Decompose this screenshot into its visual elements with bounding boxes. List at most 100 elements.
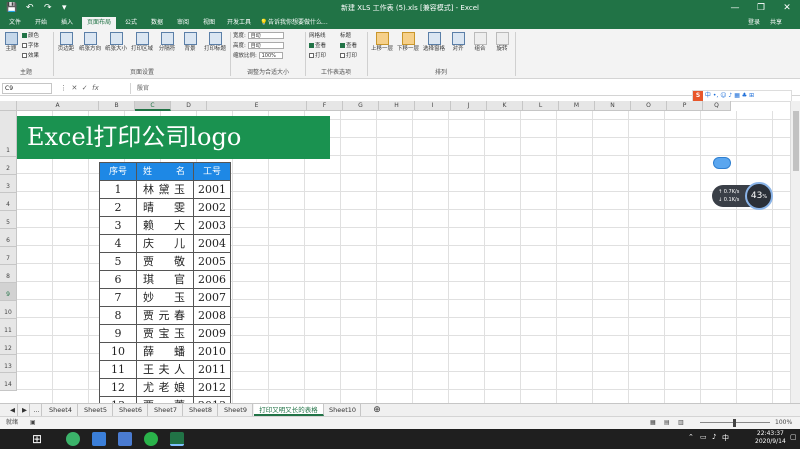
customize-quick-access-icon[interactable]: ▾ (62, 2, 67, 14)
sheet-tab-active[interactable]: 打印又明又长的表格 (254, 404, 324, 416)
cell-id[interactable]: 2006 (193, 270, 231, 289)
network-icon[interactable]: ▭ (700, 433, 707, 441)
cell-number[interactable]: 8 (99, 306, 137, 325)
rotate-button[interactable]: 旋转 (492, 32, 512, 53)
app-icon[interactable] (92, 432, 106, 446)
breaks-button[interactable]: 分隔符 (156, 32, 178, 53)
row-header-14[interactable]: 14 (0, 373, 17, 391)
height-dropdown[interactable]: 自动 (247, 42, 284, 49)
wechat-icon[interactable] (144, 432, 158, 446)
emoji-icon[interactable]: ☺ (720, 92, 726, 99)
minimize-button[interactable]: — (723, 1, 747, 15)
cell-id[interactable]: 2009 (193, 324, 231, 343)
gridlines-print-checkbox[interactable]: 打印 (309, 52, 326, 60)
cell-number[interactable]: 3 (99, 216, 137, 235)
row-header-7[interactable]: 7 (0, 247, 17, 265)
floating-ball-icon[interactable] (713, 157, 731, 169)
close-button[interactable]: ✕ (775, 1, 799, 15)
tray-chevron-icon[interactable]: ⌃ (688, 433, 694, 441)
cell-name[interactable]: 薛 蟠 (136, 342, 194, 361)
align-button[interactable]: 对齐 (448, 32, 468, 53)
formula-input[interactable]: 殷官 (130, 83, 790, 94)
tab-developer[interactable]: 开发工具 (224, 17, 254, 29)
zoom-slider-thumb[interactable] (733, 419, 736, 427)
page-layout-view-icon[interactable]: ▤ (664, 417, 670, 429)
restore-button[interactable]: ❐ (749, 1, 773, 15)
row-header-8[interactable]: 8 (0, 265, 17, 283)
column-header-m[interactable]: M (559, 101, 595, 111)
column-header-l[interactable]: L (523, 101, 559, 111)
row-header-10[interactable]: 10 (0, 301, 17, 319)
print-area-button[interactable]: 打印区域 (130, 32, 154, 53)
scrollbar-thumb[interactable] (793, 111, 799, 171)
height-control[interactable]: 高度: 自动 (233, 42, 284, 50)
notification-icon[interactable]: ▢ (790, 433, 797, 441)
header-cell-name[interactable]: 姓 名 (136, 162, 194, 181)
scale-stepper[interactable]: 100% (258, 52, 283, 59)
select-all-corner[interactable] (0, 101, 17, 111)
header-cell-number[interactable]: 序号 (99, 162, 137, 181)
size-button[interactable]: 纸张大小 (104, 32, 128, 53)
tab-review[interactable]: 审阅 (172, 17, 194, 29)
add-sheet-icon[interactable]: ⊕ (370, 404, 384, 416)
cancel-icon[interactable]: ✕ (71, 84, 77, 92)
row-header-12[interactable]: 12 (0, 337, 17, 355)
tab-data[interactable]: 数据 (146, 17, 168, 29)
cell-name[interactable]: 庆 儿 (136, 234, 194, 253)
tab-page-layout[interactable]: 页面布局 (82, 17, 116, 29)
cell-number[interactable]: 10 (99, 342, 137, 361)
column-header-n[interactable]: N (595, 101, 631, 111)
cell-name[interactable]: 贾宝玉 (136, 324, 194, 343)
colors-button[interactable]: 颜色 (22, 32, 39, 40)
browser-app-icon[interactable] (66, 432, 80, 446)
vertical-scrollbar[interactable] (790, 101, 800, 403)
column-header-g[interactable]: G (343, 101, 379, 111)
row-header-1[interactable]: 1 (0, 111, 17, 157)
row-header-3[interactable]: 3 (0, 175, 17, 193)
cell-name[interactable]: 尤老娘 (136, 378, 194, 397)
orientation-button[interactable]: 纸张方向 (78, 32, 102, 53)
column-header-b[interactable]: B (99, 101, 135, 111)
cell-name[interactable]: 贾 敬 (136, 252, 194, 271)
toolbox-icon[interactable]: ⊞ (749, 92, 754, 99)
sheet-tab-sheet9[interactable]: Sheet9 (219, 404, 253, 416)
cell-id[interactable]: 2008 (193, 306, 231, 325)
cell-id[interactable]: 2003 (193, 216, 231, 235)
column-header-j[interactable]: J (451, 101, 487, 111)
cell-id[interactable]: 2005 (193, 252, 231, 271)
cell-name[interactable]: 琪 官 (136, 270, 194, 289)
group-button[interactable]: 组合 (470, 32, 490, 53)
themes-button[interactable]: 主题 (2, 32, 20, 53)
redo-icon[interactable]: ↷ (44, 2, 52, 14)
selection-pane-button[interactable]: 选择窗格 (422, 32, 446, 53)
column-header-f[interactable]: F (307, 101, 343, 111)
sheet-tab-sheet7[interactable]: Sheet7 (149, 404, 183, 416)
ime-mode[interactable]: 中 (705, 92, 711, 99)
volume-icon[interactable]: ♪ (712, 433, 716, 441)
tab-file[interactable]: 文件 (4, 17, 26, 29)
cell-number[interactable]: 1 (99, 180, 137, 199)
column-header-o[interactable]: O (631, 101, 667, 111)
cell-id[interactable]: 2002 (193, 198, 231, 217)
headings-view-checkbox[interactable]: 查看 (340, 42, 357, 50)
tab-formulas[interactable]: 公式 (120, 17, 142, 29)
header-cell-id[interactable]: 工号 (193, 162, 231, 181)
column-header-d[interactable]: D (171, 101, 207, 111)
print-titles-button[interactable]: 打印标题 (202, 32, 228, 53)
input-method-icon[interactable]: 中 (722, 433, 729, 443)
more-sheets-icon[interactable]: … (32, 404, 42, 416)
headings-print-checkbox[interactable]: 打印 (340, 52, 357, 60)
gridlines-view-checkbox[interactable]: 查看 (309, 42, 326, 50)
row-header-2[interactable]: 2 (0, 157, 17, 175)
column-header-k[interactable]: K (487, 101, 523, 111)
sheet-tab-sheet4[interactable]: Sheet4 (44, 404, 78, 416)
bring-forward-button[interactable]: 上移一层 (370, 32, 394, 53)
sign-in-link[interactable]: 登录 (748, 17, 760, 29)
cell-name[interactable]: 林黛玉 (136, 180, 194, 199)
column-header-q[interactable]: Q (703, 101, 731, 111)
logo-banner[interactable]: Excel打印公司logo (17, 116, 330, 159)
cell-id[interactable]: 2012 (193, 378, 231, 397)
cell-number[interactable]: 5 (99, 252, 137, 271)
recorder-app-icon[interactable] (118, 432, 132, 446)
cell-id[interactable]: 2007 (193, 288, 231, 307)
